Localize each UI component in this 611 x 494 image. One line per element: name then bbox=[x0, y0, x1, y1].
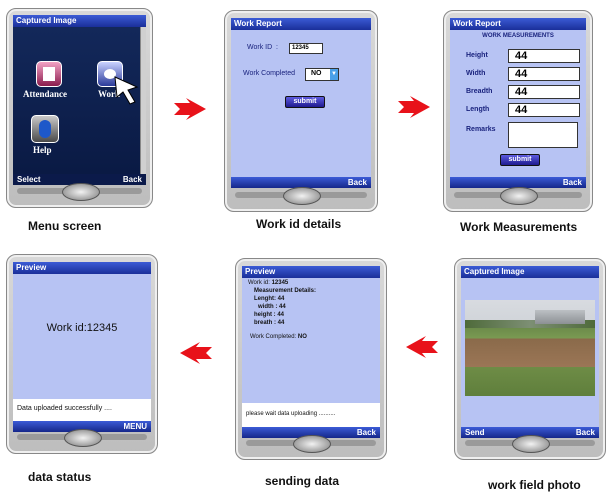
nav-pad[interactable] bbox=[225, 181, 377, 211]
pointer-cursor-icon bbox=[114, 76, 139, 105]
document-icon bbox=[36, 61, 62, 87]
caption-measure: Work Measurements bbox=[460, 220, 578, 234]
sending-message-bar: please wait data uploading .......... bbox=[242, 403, 380, 427]
caption-menu: Menu screen bbox=[28, 219, 102, 233]
breadth-label: Breadth bbox=[466, 88, 493, 95]
caption-sending: sending data bbox=[265, 474, 340, 488]
detail-width: width : 44 bbox=[258, 304, 286, 310]
detail-length: Lenght: 44 bbox=[254, 296, 285, 302]
nav-pad[interactable] bbox=[444, 181, 592, 211]
height-input[interactable]: 44 bbox=[508, 49, 580, 63]
nav-pad[interactable] bbox=[455, 429, 605, 459]
workid-title: Work Report bbox=[231, 18, 371, 30]
sending-completed: Work Completed: NO bbox=[250, 334, 307, 340]
help-icon bbox=[31, 115, 59, 143]
right-arrow-icon bbox=[174, 98, 206, 120]
status-message-bar: Data uploaded successfully .... bbox=[13, 399, 151, 421]
measure-content: WORK MEASUREMENTS Height 44 Width 44 Bre… bbox=[450, 30, 586, 177]
phone-measure: Work Report WORK MEASUREMENTS Height 44 … bbox=[443, 10, 593, 212]
detail-breadth: breath : 44 bbox=[254, 320, 285, 326]
length-input[interactable]: 44 bbox=[508, 103, 580, 117]
measure-screen: Work Report WORK MEASUREMENTS Height 44 … bbox=[450, 18, 586, 188]
workid-content: Work ID : 12345 Work Completed NO ▼ subm… bbox=[231, 30, 371, 177]
work-completed-select[interactable]: NO ▼ bbox=[305, 68, 339, 81]
nav-pad[interactable] bbox=[7, 423, 157, 453]
menu-title: Captured Image bbox=[13, 15, 146, 27]
left-arrow-icon bbox=[180, 342, 212, 364]
submit-button[interactable]: submit bbox=[500, 154, 540, 166]
photo-content bbox=[461, 278, 599, 427]
remarks-label: Remarks bbox=[466, 126, 496, 133]
photo-screen: Captured Image Send Back bbox=[461, 266, 599, 438]
phone-workid: Work Report Work ID : 12345 Work Complet… bbox=[224, 10, 378, 212]
sending-work-id: Work id: 12345 bbox=[248, 280, 289, 286]
work-id-label: Work ID : bbox=[247, 44, 278, 51]
phone-status: Preview Work id:12345 Data uploaded succ… bbox=[6, 254, 158, 454]
work-completed-value: NO bbox=[311, 70, 322, 77]
phone-sending: Preview Work id: 12345 Measurement Detai… bbox=[235, 258, 387, 460]
status-title: Preview bbox=[13, 262, 151, 274]
submit-button[interactable]: submit bbox=[285, 96, 325, 108]
attendance-item[interactable]: Attendance bbox=[23, 61, 73, 113]
nav-pad[interactable] bbox=[7, 177, 152, 207]
caption-status: data status bbox=[28, 470, 92, 484]
measure-title: Work Report bbox=[450, 18, 586, 30]
remarks-input[interactable] bbox=[508, 122, 578, 148]
caption-workid: Work id details bbox=[256, 217, 342, 231]
menu-content: Attendance Work Help bbox=[13, 27, 146, 174]
width-input[interactable]: 44 bbox=[508, 67, 580, 81]
menu-screen: Captured Image Attendance Work Help Sele… bbox=[13, 15, 146, 185]
breadth-input[interactable]: 44 bbox=[508, 85, 580, 99]
attendance-label: Attendance bbox=[23, 89, 67, 99]
status-content: Work id:12345 Data uploaded successfully… bbox=[13, 274, 151, 421]
workid-screen: Work Report Work ID : 12345 Work Complet… bbox=[231, 18, 371, 188]
height-label: Height bbox=[466, 52, 488, 59]
nav-pad[interactable] bbox=[236, 429, 386, 459]
work-completed-label: Work Completed bbox=[243, 70, 296, 77]
sending-screen: Preview Work id: 12345 Measurement Detai… bbox=[242, 266, 380, 438]
details-heading: Measurement Details: bbox=[254, 288, 317, 294]
work-id-text: Work id:12345 bbox=[46, 322, 118, 334]
right-arrow-icon bbox=[398, 96, 430, 118]
status-screen: Preview Work id:12345 Data uploaded succ… bbox=[13, 262, 151, 432]
sending-content: Work id: 12345 Measurement Details: Leng… bbox=[242, 278, 380, 427]
caption-photo: work field photo bbox=[488, 478, 581, 492]
field-photo bbox=[465, 300, 595, 396]
left-arrow-icon bbox=[406, 336, 438, 358]
help-label: Help bbox=[33, 145, 52, 155]
detail-height: height : 44 bbox=[254, 312, 285, 318]
photo-title: Captured Image bbox=[461, 266, 599, 278]
sending-title: Preview bbox=[242, 266, 380, 278]
sending-message: please wait data uploading .......... bbox=[246, 411, 336, 417]
phone-menu: Captured Image Attendance Work Help Sele… bbox=[6, 8, 153, 208]
width-label: Width bbox=[466, 70, 486, 77]
phone-photo: Captured Image Send Back bbox=[454, 258, 606, 460]
dropdown-arrow-icon: ▼ bbox=[330, 69, 338, 80]
work-id-input[interactable]: 12345 bbox=[289, 43, 323, 54]
help-item[interactable]: Help bbox=[27, 115, 67, 165]
status-message: Data uploaded successfully .... bbox=[17, 405, 112, 412]
measure-heading: WORK MEASUREMENTS bbox=[482, 33, 554, 39]
length-label: Length bbox=[466, 106, 490, 113]
